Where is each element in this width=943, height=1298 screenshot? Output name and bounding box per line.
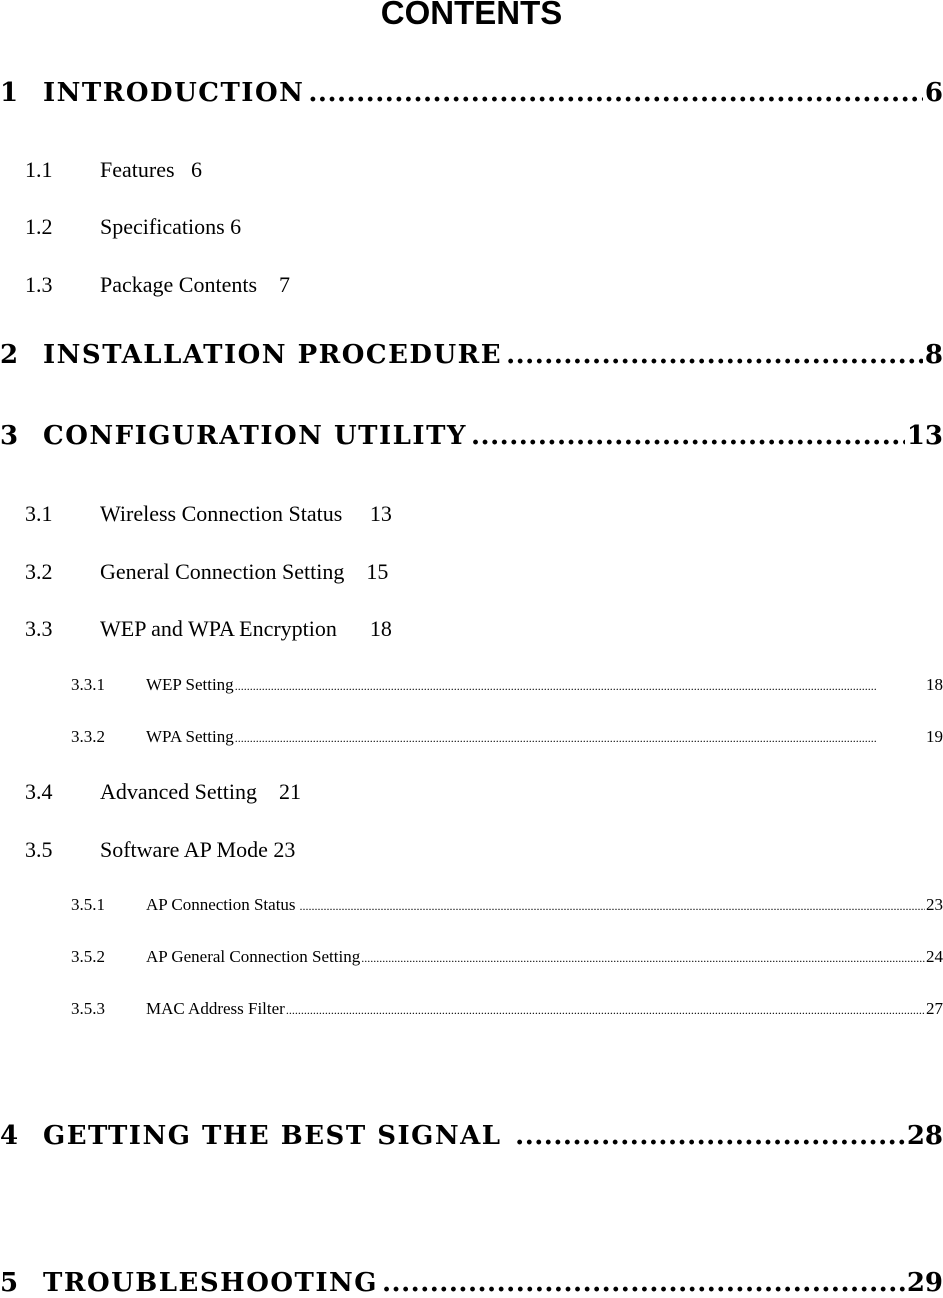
toc-entry-label: TROUBLESHOOTING — [43, 1268, 378, 1298]
toc-entry-ap-connection-status[interactable]: 3.5.1 AP Connection Status .............… — [71, 895, 943, 915]
toc-entry-number: 3.5.3 — [71, 999, 105, 1018]
toc-entry-getting-best-signal[interactable]: 4 GETTING THE BEST SIGNAL ..............… — [0, 1121, 943, 1151]
toc-entry-number: 1.2 — [25, 214, 53, 239]
toc-leader-dots: ........................................… — [470, 421, 905, 451]
toc-leader-dots: ........................................… — [308, 78, 923, 108]
toc-leader-dots: ........................................… — [296, 899, 925, 913]
toc-entry-title: Advanced Setting — [100, 779, 258, 804]
toc-entry-number: 1.3 — [25, 272, 53, 297]
toc-entry-label: WEP and WPA Encryption 18 — [100, 616, 392, 642]
toc-entry-title: Package Contents — [100, 272, 258, 297]
toc-entry-label: General Connection Setting 15 — [100, 559, 388, 585]
toc-entry-number: 3.5.1 — [71, 895, 105, 914]
toc-leader-dots: ........................................… — [234, 731, 877, 745]
toc-entry-ap-general-connection-setting[interactable]: 3.5.2 AP General Connection Setting ....… — [71, 947, 943, 967]
toc-entry-page: 8 — [924, 340, 943, 370]
toc-entry-number: 3.3 — [25, 616, 53, 641]
toc-entry-installation-procedure[interactable]: 2 INSTALLATION PROCEDURE ...............… — [0, 340, 943, 370]
toc-entry-title: Specifications — [100, 214, 225, 239]
toc-leader-dots: ........................................… — [506, 340, 923, 370]
toc-entry-title: Features — [100, 157, 175, 182]
toc-leader-dots: ........................................… — [234, 679, 877, 693]
toc-entry-number: 1 — [0, 78, 19, 108]
toc-entry-label: INSTALLATION PROCEDURE — [43, 340, 503, 370]
toc-entry-page: 6 — [924, 78, 943, 108]
toc-leader-dots: ........................................… — [361, 951, 925, 965]
toc-entry-number: 3.3.1 — [71, 675, 105, 694]
toc-entry-number: 3.3.2 — [71, 727, 105, 746]
toc-entry-number: 2 — [0, 340, 19, 370]
toc-entry-label: Software AP Mode 23 — [100, 837, 295, 863]
toc-entry-mac-address-filter[interactable]: 3.5.3 MAC Address Filter ...............… — [71, 999, 943, 1019]
page-title: CONTENTS — [380, 0, 563, 31]
toc-entry-label: Advanced Setting 21 — [100, 779, 301, 805]
toc-entry-page: 27 — [926, 999, 943, 1018]
toc-entry-label: Specifications 6 — [100, 214, 241, 240]
toc-entry-page: 19 — [926, 727, 943, 746]
toc-entry-label: INTRODUCTION — [43, 78, 305, 108]
toc-entry-label: MAC Address Filter — [146, 999, 285, 1018]
toc-entry-page: 18 — [926, 675, 943, 694]
toc-entry-page: 23 — [273, 837, 296, 862]
toc-entry-label: AP Connection Status — [146, 895, 296, 914]
toc-entry-label: GETTING THE BEST SIGNAL — [43, 1121, 502, 1151]
toc-entry-label: Wireless Connection Status 13 — [100, 501, 392, 527]
toc-entry-number: 4 — [0, 1121, 19, 1151]
toc-entry-page: 6 — [230, 214, 242, 239]
toc-entry-troubleshooting[interactable]: 5 TROUBLESHOOTING ......................… — [0, 1268, 943, 1298]
toc-entry-number: 3 — [0, 421, 19, 451]
toc-entry-page: 13 — [906, 421, 943, 451]
toc-entry-title: Software AP Mode — [100, 837, 268, 862]
toc-entry-number: 3.5.2 — [71, 947, 105, 966]
toc-entry-wpa-setting[interactable]: 3.3.2 WPA Setting ......................… — [71, 727, 943, 747]
toc-leader-dots: ........................................… — [285, 1003, 925, 1017]
toc-entry-label: CONFIGURATION UTILITY — [43, 421, 467, 451]
toc-entry-page: 15 — [366, 559, 389, 584]
toc-entry-label: WPA Setting — [146, 727, 234, 746]
toc-entry-page: 28 — [906, 1121, 943, 1151]
toc-entry-introduction[interactable]: 1 INTRODUCTION .........................… — [0, 78, 943, 108]
toc-entry-page: 29 — [906, 1268, 943, 1298]
toc-entry-number: 3.5 — [25, 837, 53, 862]
toc-entry-page: 7 — [279, 272, 291, 297]
toc-entry-label: AP General Connection Setting — [146, 947, 361, 966]
toc-entry-wep-setting[interactable]: 3.3.1 WEP Setting ......................… — [71, 675, 943, 695]
toc-entry-number: 3.4 — [25, 779, 53, 804]
toc-entry-page: 6 — [191, 157, 203, 182]
toc-entry-configuration-utility[interactable]: 3 CONFIGURATION UTILITY ................… — [0, 421, 943, 451]
toc-entry-number: 5 — [0, 1268, 19, 1298]
toc-entry-number: 3.1 — [25, 501, 53, 526]
toc-entry-title: Wireless Connection Status — [100, 501, 343, 526]
toc-entry-page: 21 — [279, 779, 302, 804]
toc-entry-title: WEP and WPA Encryption — [100, 616, 337, 641]
toc-entry-label: Package Contents 7 — [100, 272, 290, 298]
toc-entry-page: 18 — [369, 616, 392, 641]
toc-entry-label: Features 6 — [100, 157, 202, 183]
toc-entry-page: 13 — [369, 501, 392, 526]
toc-leader-dots: ........................................… — [381, 1268, 905, 1298]
toc-entry-number: 3.2 — [25, 559, 53, 584]
toc-leader-dots: ........................................… — [515, 1121, 905, 1151]
toc-entry-page: 24 — [926, 947, 943, 966]
toc-entry-page: 23 — [926, 895, 943, 914]
toc-entry-title: General Connection Setting — [100, 559, 345, 584]
toc-entry-label: WEP Setting — [146, 675, 234, 694]
toc-entry-number: 1.1 — [25, 157, 53, 182]
